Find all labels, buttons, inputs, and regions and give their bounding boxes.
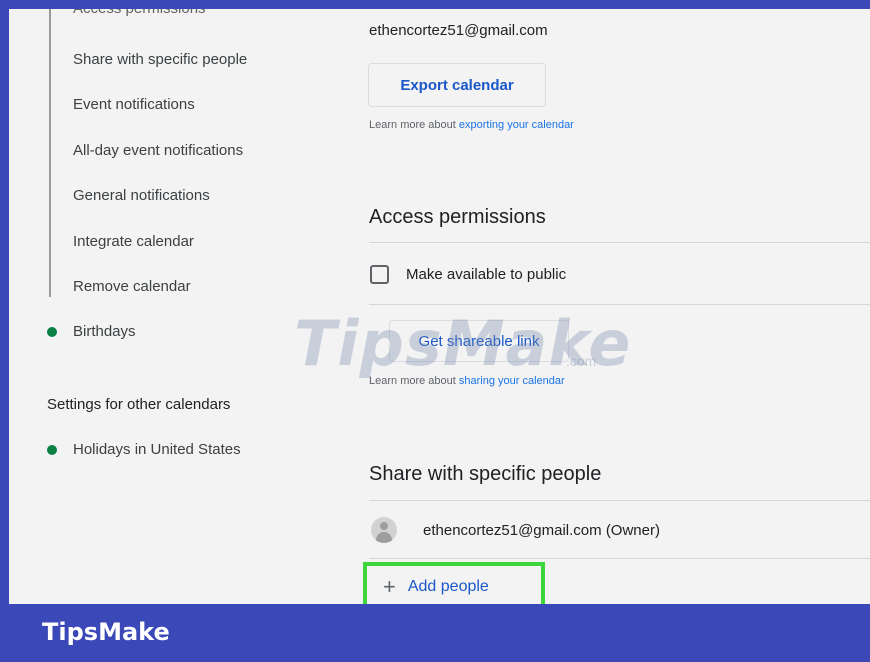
learn-more-text: Learn more about bbox=[369, 119, 459, 131]
add-people-button[interactable]: + Add people bbox=[363, 562, 545, 604]
access-permissions-title: Access permissions bbox=[369, 206, 546, 228]
settings-main-panel: ethencortez51@gmail.com Export calendar … bbox=[349, 9, 870, 604]
divider bbox=[369, 500, 870, 501]
make-public-checkbox[interactable] bbox=[370, 265, 389, 284]
calendar-color-dot-icon bbox=[47, 326, 57, 337]
brand-logo-text: TipsMake bbox=[42, 618, 170, 646]
brand-banner: TipsMake bbox=[0, 604, 870, 662]
sidebar-tree-line bbox=[49, 9, 51, 297]
frame-left-border bbox=[0, 0, 9, 604]
sharing-calendar-link[interactable]: sharing your calendar bbox=[459, 375, 565, 387]
divider bbox=[369, 242, 870, 243]
calendar-color-dot-icon bbox=[47, 444, 57, 455]
settings-sidebar: Access permissions Share with specific p… bbox=[9, 9, 349, 604]
calendar-label: Birthdays bbox=[73, 323, 136, 340]
export-calendar-button[interactable]: Export calendar bbox=[368, 63, 546, 107]
exporting-calendar-link[interactable]: exporting your calendar bbox=[459, 119, 574, 131]
calendar-label: Holidays in United States bbox=[73, 441, 241, 458]
make-public-label: Make available to public bbox=[406, 266, 567, 283]
share-learn-more: Learn more about sharing your calendar bbox=[369, 375, 565, 387]
owner-avatar bbox=[371, 517, 397, 543]
get-shareable-link-button[interactable]: Get shareable link bbox=[389, 320, 569, 362]
sidebar-item-remove-calendar[interactable]: Remove calendar bbox=[73, 278, 191, 295]
sidebar-item-access-permissions[interactable]: Access permissions bbox=[73, 9, 206, 17]
divider bbox=[369, 558, 870, 559]
calendar-owner-email: ethencortez51@gmail.com bbox=[369, 22, 548, 39]
share-with-people-title: Share with specific people bbox=[369, 463, 602, 485]
divider bbox=[369, 304, 870, 305]
add-people-label: Add people bbox=[407, 578, 489, 595]
sidebar-item-integrate-calendar[interactable]: Integrate calendar bbox=[73, 233, 194, 250]
other-calendars-heading: Settings for other calendars bbox=[47, 396, 231, 413]
export-learn-more: Learn more about exporting your calendar bbox=[369, 119, 574, 131]
learn-more-text: Learn more about bbox=[369, 375, 459, 387]
sidebar-item-share-with-specific-people[interactable]: Share with specific people bbox=[73, 51, 247, 68]
frame-top-border bbox=[0, 0, 870, 9]
sidebar-item-all-day-event-notifications[interactable]: All-day event notifications bbox=[73, 142, 243, 159]
sidebar-calendar-birthdays[interactable]: Birthdays bbox=[47, 323, 136, 340]
owner-entry: ethencortez51@gmail.com (Owner) bbox=[423, 522, 660, 539]
calendar-settings-screen: Access permissions Share with specific p… bbox=[9, 9, 870, 604]
sidebar-calendar-holidays[interactable]: Holidays in United States bbox=[47, 441, 241, 458]
plus-icon: + bbox=[383, 574, 396, 599]
sidebar-item-event-notifications[interactable]: Event notifications bbox=[73, 96, 195, 113]
sidebar-item-general-notifications[interactable]: General notifications bbox=[73, 187, 210, 204]
